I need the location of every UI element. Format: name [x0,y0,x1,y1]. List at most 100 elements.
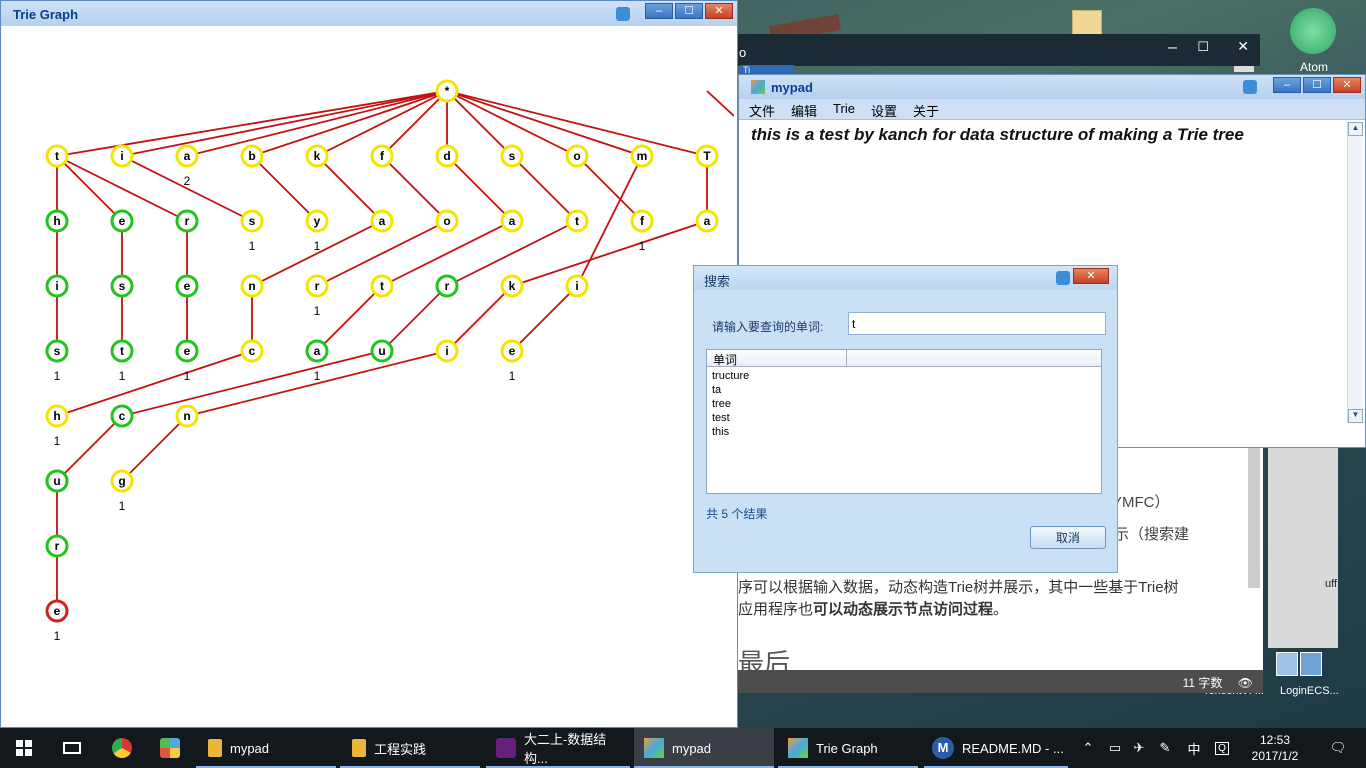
trie-node[interactable]: n [175,404,199,428]
battery-icon[interactable]: ▭ [1104,728,1126,768]
trie-node[interactable]: a [695,209,719,233]
menu-about[interactable]: 关于 [913,101,939,119]
back-window[interactable]: o Ti – ☐ ✕ [738,34,1260,75]
trie-node[interactable]: t [565,209,589,233]
trie-node[interactable]: a [370,209,394,233]
notification-icon[interactable]: 🗨 [1320,728,1356,768]
menu-file[interactable]: 文件 [749,101,775,119]
tencent-icon[interactable] [1276,652,1298,676]
pen-icon[interactable]: ✎ [1154,728,1176,768]
trie-pin-icon[interactable] [616,7,630,21]
trie-node[interactable]: h [45,209,69,233]
trie-node[interactable]: i [110,144,134,168]
result-item[interactable]: this [712,425,1096,439]
trie-node[interactable]: a1 [305,339,329,383]
back-minimize-button[interactable]: – [1168,39,1177,57]
tray-chevron-icon[interactable]: ⌃ [1078,728,1098,768]
trie-node[interactable]: f1 [630,209,654,253]
search-pin-icon[interactable] [1056,271,1070,285]
trie-node[interactable]: u [45,469,69,493]
eye-icon[interactable]: 👁 [1238,676,1253,690]
trie-node[interactable]: t [370,274,394,298]
trie-node[interactable]: e [110,209,134,233]
trie-node[interactable]: e [175,274,199,298]
trie-node[interactable]: * [435,79,459,103]
trie-node[interactable]: s1 [240,209,264,253]
trie-graph-window[interactable]: Trie Graph – ☐ ✕ * t i a 2 b k f d s o m Th e r s 1 y 1 a o a… [0,0,738,728]
clock[interactable]: 12:53 2017/1/2 [1240,728,1310,768]
taskbar-item-vs[interactable]: 大二上-数据结构... [486,728,630,768]
trie-node[interactable]: r [175,209,199,233]
ime-indicator[interactable]: 中 [1184,728,1204,768]
trie-node[interactable]: i [565,274,589,298]
trie-maximize-button[interactable]: ☐ [675,3,703,19]
trie-node[interactable]: u [370,339,394,363]
trie-minimize-button[interactable]: – [645,3,673,19]
mypad-maximize-button[interactable]: ☐ [1303,77,1331,93]
taskbar-item-mypad-folder[interactable]: mypad [196,728,336,768]
results-column-header[interactable]: 单词 [707,350,847,367]
menu-trie[interactable]: Trie [833,101,855,117]
menu-edit[interactable]: 编辑 [791,101,817,119]
mypad-scrollbar[interactable]: ▲ ▼ [1347,122,1363,423]
trie-node[interactable]: r1 [305,274,329,318]
mypad-titlebar[interactable]: mypad [739,75,1365,99]
trie-node[interactable]: t1 [110,339,134,383]
pinwheel-button[interactable] [148,728,192,768]
taskbar-item-project[interactable]: 工程实践 [340,728,480,768]
taskbar-item-trie-graph[interactable]: Trie Graph [778,728,918,768]
chrome-button[interactable] [100,728,144,768]
trie-node[interactable]: T [695,144,719,168]
trie-node[interactable]: a [500,209,524,233]
trie-node[interactable]: d [435,144,459,168]
taskbar-item-mypad[interactable]: mypad [634,728,774,768]
scroll-up-icon[interactable]: ▲ [1348,122,1363,136]
trie-node[interactable]: i [435,339,459,363]
taskbar-item-readme[interactable]: M README.MD - ... [924,728,1068,768]
trie-node[interactable]: f [370,144,394,168]
input-method-icon[interactable]: Q [1212,728,1232,768]
trie-node[interactable]: b [240,144,264,168]
trie-node[interactable]: m [630,144,654,168]
task-view-button[interactable] [48,728,96,768]
trie-node[interactable]: o [435,209,459,233]
trie-node[interactable]: c [240,339,264,363]
trie-node[interactable]: i [45,274,69,298]
login-icon[interactable] [1300,652,1322,676]
trie-node[interactable]: k [305,144,329,168]
trie-node[interactable]: c [110,404,134,428]
trie-node[interactable]: r [45,534,69,558]
search-dialog[interactable]: 搜索 ✕ 请输入要查询的单词: 单词 tructuretatreetestthi… [693,265,1118,573]
mypad-pin-icon[interactable] [1243,80,1257,94]
result-item[interactable]: ta [712,383,1096,397]
cancel-button[interactable]: 取消 [1030,526,1106,549]
results-list[interactable]: 单词 tructure ta tree test this [706,349,1102,494]
search-input[interactable] [848,312,1106,335]
trie-node[interactable]: k [500,274,524,298]
menu-settings[interactable]: 设置 [871,101,897,119]
trie-node[interactable]: s [110,274,134,298]
trie-node[interactable]: s1 [45,339,69,383]
result-item[interactable]: tructure [712,369,1096,383]
trie-node[interactable]: a2 [175,144,199,188]
trie-node[interactable]: e1 [45,599,69,643]
trie-node[interactable]: n [240,274,264,298]
network-icon[interactable]: ✈ [1128,728,1150,768]
result-item[interactable]: test [712,411,1096,425]
trie-node[interactable]: e1 [175,339,199,383]
mypad-minimize-button[interactable]: – [1273,77,1301,93]
search-titlebar[interactable]: 搜索 [694,266,1117,290]
trie-node[interactable]: t [45,144,69,168]
atom-icon[interactable] [1290,8,1336,54]
doc-scrollbar[interactable] [1248,448,1260,588]
trie-node[interactable]: r [435,274,459,298]
trie-close-button[interactable]: ✕ [705,3,733,19]
result-item[interactable]: tree [712,397,1096,411]
mypad-close-button[interactable]: ✕ [1333,77,1361,93]
back-maximize-button[interactable]: ☐ [1197,39,1209,55]
search-close-button[interactable]: ✕ [1073,268,1109,284]
start-button[interactable] [0,728,48,768]
trie-node[interactable]: s [500,144,524,168]
scroll-down-icon[interactable]: ▼ [1348,409,1363,423]
trie-node[interactable]: e1 [500,339,524,383]
